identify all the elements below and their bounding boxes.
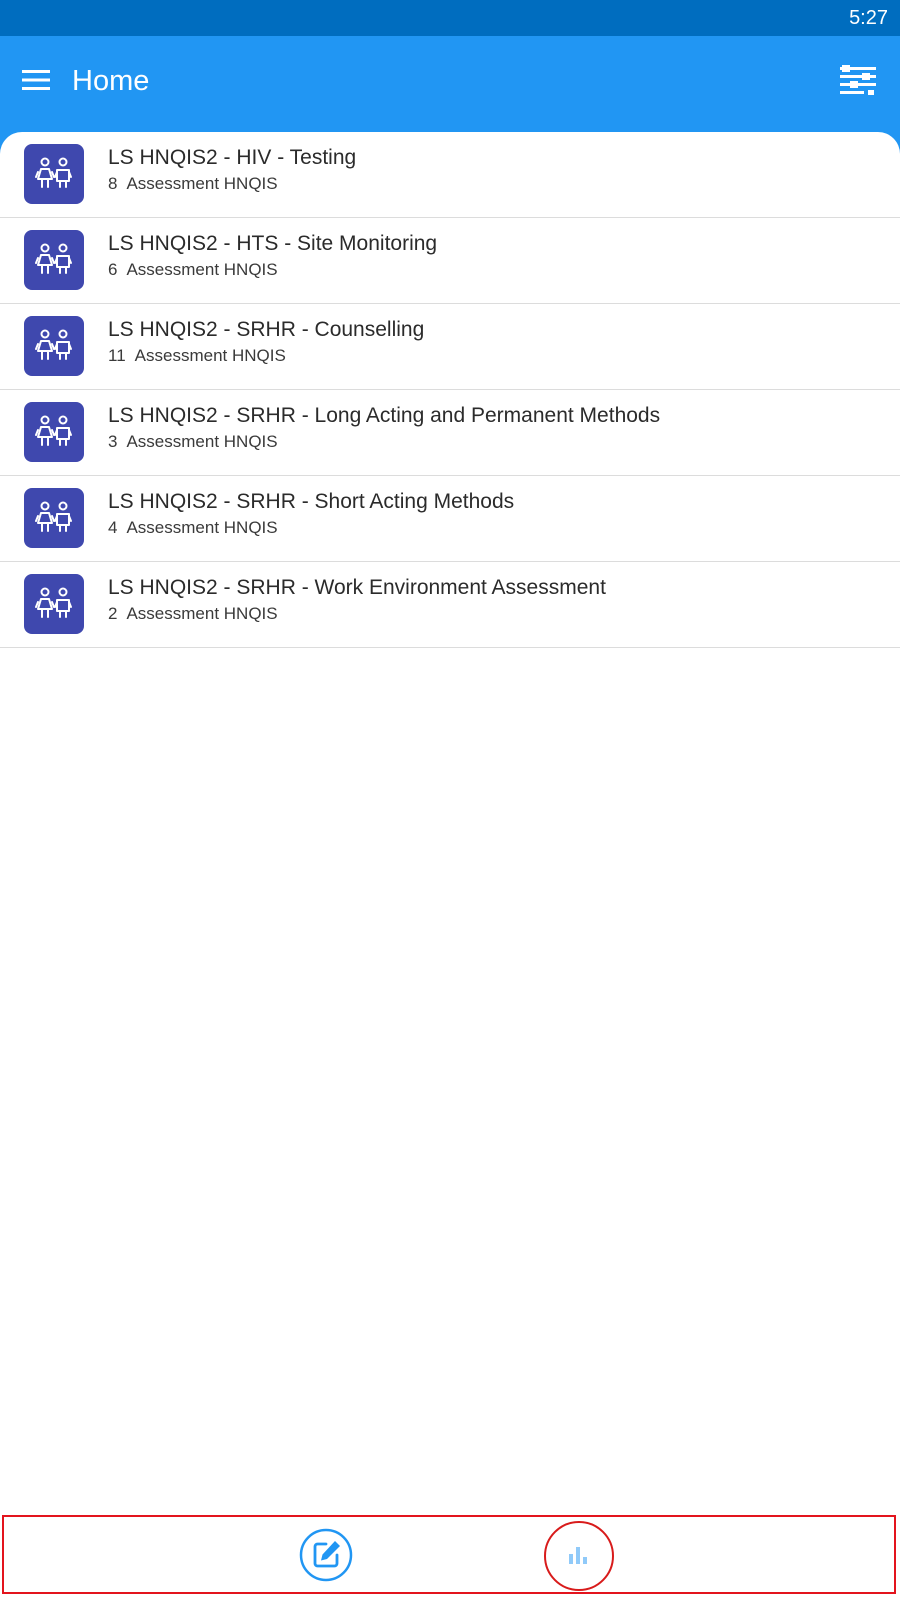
program-icon-tile bbox=[24, 488, 84, 548]
page-title: Home bbox=[72, 65, 150, 97]
program-type: Assessment HNQIS bbox=[126, 260, 278, 279]
nav-surveys-button[interactable] bbox=[293, 1522, 359, 1588]
hamburger-menu-icon bbox=[22, 70, 50, 90]
program-subtitle: 11 Assessment HNQIS bbox=[108, 346, 286, 366]
program-count: 11 bbox=[108, 346, 126, 365]
program-count: 6 bbox=[108, 260, 118, 279]
program-type: Assessment HNQIS bbox=[126, 432, 278, 451]
program-item[interactable]: LS HNQIS2 - SRHR - Counselling 11 Assessm… bbox=[0, 304, 900, 390]
program-subtitle: 3 Assessment HNQIS bbox=[108, 432, 278, 452]
program-type: Assessment HNQIS bbox=[126, 174, 278, 193]
program-count: 3 bbox=[108, 432, 118, 451]
program-count: 2 bbox=[108, 604, 118, 623]
program-item[interactable]: LS HNQIS2 - SRHR - Long Acting and Perma… bbox=[0, 390, 900, 476]
program-icon-tile bbox=[24, 402, 84, 462]
children-icon bbox=[35, 587, 72, 618]
program-list: LS HNQIS2 - HIV - Testing 8 Assessment HN… bbox=[0, 132, 900, 648]
program-item[interactable]: LS HNQIS2 - SRHR - Short Acting Methods … bbox=[0, 476, 900, 562]
screen: 5:27 Home LS HNQIS2 - HIV - Testing 8 As… bbox=[0, 0, 900, 1600]
program-subtitle: 4 Assessment HNQIS bbox=[108, 518, 278, 538]
program-icon-tile bbox=[24, 574, 84, 634]
bar-chart-icon bbox=[569, 1547, 587, 1564]
program-subtitle: 6 Assessment HNQIS bbox=[108, 260, 278, 280]
children-icon bbox=[35, 243, 72, 274]
children-icon bbox=[35, 501, 72, 532]
filter-sliders-icon bbox=[840, 65, 876, 95]
menu-button[interactable] bbox=[14, 58, 58, 102]
program-type: Assessment HNQIS bbox=[126, 518, 278, 537]
program-title: LS HNQIS2 - SRHR - Short Acting Methods bbox=[108, 490, 515, 513]
program-type: Assessment HNQIS bbox=[134, 346, 286, 365]
children-icon bbox=[35, 415, 72, 446]
program-title: LS HNQIS2 - SRHR - Work Environment Asse… bbox=[108, 576, 606, 599]
program-item[interactable]: LS HNQIS2 - HTS - Site Monitoring 6 Asses… bbox=[0, 218, 900, 304]
program-count: 4 bbox=[108, 518, 118, 537]
bottom-navigation bbox=[2, 1515, 896, 1594]
program-count: 8 bbox=[108, 174, 118, 193]
program-icon-tile bbox=[24, 144, 84, 204]
children-icon bbox=[35, 157, 72, 188]
status-time: 5:27 bbox=[849, 7, 888, 29]
program-icon-tile bbox=[24, 316, 84, 376]
status-bar: 5:27 bbox=[0, 0, 900, 36]
program-title: LS HNQIS2 - SRHR - Counselling bbox=[108, 318, 425, 341]
program-type: Assessment HNQIS bbox=[126, 604, 278, 623]
program-item[interactable]: LS HNQIS2 - HIV - Testing 8 Assessment HN… bbox=[0, 132, 900, 218]
children-icon bbox=[35, 329, 72, 360]
nav-dashboard-button[interactable] bbox=[544, 1521, 614, 1591]
program-list-panel: LS HNQIS2 - HIV - Testing 8 Assessment HN… bbox=[0, 132, 900, 1514]
program-subtitle: 2 Assessment HNQIS bbox=[108, 604, 278, 624]
program-title: LS HNQIS2 - SRHR - Long Acting and Perma… bbox=[108, 404, 661, 427]
program-subtitle: 8 Assessment HNQIS bbox=[108, 174, 278, 194]
edit-square-icon bbox=[299, 1528, 353, 1582]
program-title: LS HNQIS2 - HTS - Site Monitoring bbox=[108, 232, 438, 255]
program-title: LS HNQIS2 - HIV - Testing bbox=[108, 146, 357, 169]
program-icon-tile bbox=[24, 230, 84, 290]
program-item[interactable]: LS HNQIS2 - SRHR - Work Environment Asse… bbox=[0, 562, 900, 648]
filter-button[interactable] bbox=[834, 58, 882, 102]
